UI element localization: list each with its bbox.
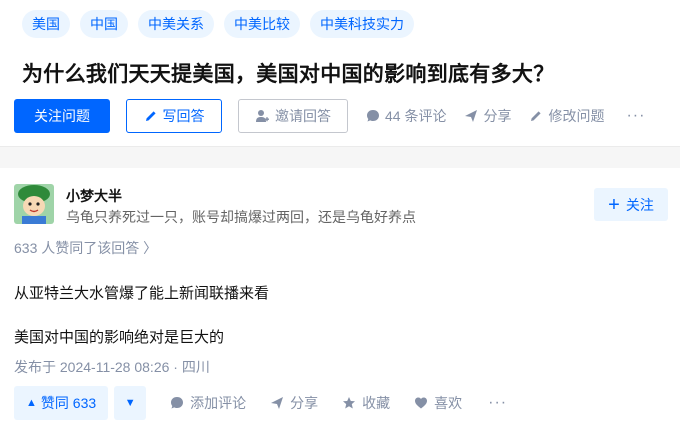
- author-name[interactable]: 小梦大半: [66, 186, 122, 206]
- star-icon: [343, 397, 356, 409]
- question-page: 美国 中国 中美关系 中美比较 中美科技实力 为什么我们天天提美国，美国对中国的…: [0, 0, 680, 430]
- triangle-down-icon: ▼: [124, 397, 136, 409]
- topic-tags: 美国 中国 中美关系 中美比较 中美科技实力: [22, 10, 414, 38]
- more-icon[interactable]: ···: [626, 107, 645, 125]
- question-title: 为什么我们天天提美国，美国对中国的影响到底有多大？: [22, 63, 555, 86]
- triangle-up-icon: ▲: [26, 397, 37, 409]
- publish-info: 发布于 2024-11-28 08:26 · 四川: [14, 359, 210, 375]
- share-question-button[interactable]: 分享: [464, 106, 511, 126]
- write-answer-label: 写回答: [162, 108, 205, 124]
- topic-tag[interactable]: 美国: [22, 10, 70, 38]
- topic-tag[interactable]: 中美关系: [138, 10, 214, 38]
- topic-tag[interactable]: 中美比较: [224, 10, 300, 38]
- share-answer-button[interactable]: 分享: [270, 393, 318, 413]
- topic-tag[interactable]: 中美科技实力: [310, 10, 414, 38]
- plus-icon: +: [608, 193, 620, 216]
- comment-icon: [367, 110, 379, 122]
- question-actions: 关注问题 写回答 邀请回答 44 条评论 分享 修改问题 ···: [14, 98, 645, 134]
- follow-author-label: 关注: [625, 196, 654, 213]
- section-divider: [0, 146, 680, 168]
- cartoon-avatar-icon: [14, 184, 54, 224]
- share-label: 分享: [483, 108, 512, 124]
- upvote-button[interactable]: ▲ 赞同 633: [14, 386, 109, 420]
- share-icon: [465, 110, 478, 122]
- downvote-button[interactable]: ▼: [114, 386, 147, 420]
- more-icon[interactable]: ···: [488, 394, 507, 412]
- avatar[interactable]: [14, 184, 54, 224]
- share-answer-label: 分享: [290, 395, 319, 411]
- answer-actions: ▲ 赞同 633 ▼ 添加评论 分享 收藏 喜欢 ···: [14, 386, 507, 420]
- upvote-label: 赞同 633: [40, 395, 97, 411]
- collect-label: 收藏: [362, 395, 391, 411]
- add-comment-button[interactable]: 添加评论: [170, 393, 246, 413]
- share-icon: [271, 397, 284, 409]
- comments-button[interactable]: 44 条评论: [366, 106, 446, 126]
- vote-summary[interactable]: 633 人赞同了该回答 〉: [14, 238, 157, 258]
- answer-paragraph: 从亚特兰大水管爆了能上新闻联播来看: [14, 285, 270, 302]
- comment-icon: [171, 397, 184, 409]
- invite-answer-label: 邀请回答: [275, 108, 331, 124]
- like-button[interactable]: 喜欢: [414, 393, 462, 413]
- edit-question-button[interactable]: 修改问题: [529, 106, 604, 126]
- add-comment-label: 添加评论: [190, 395, 247, 411]
- follow-question-button[interactable]: 关注问题: [14, 99, 110, 133]
- write-answer-button[interactable]: 写回答: [126, 99, 222, 133]
- pencil-icon: [531, 111, 542, 121]
- invite-answer-button[interactable]: 邀请回答: [238, 99, 348, 133]
- invite-user-icon: [256, 110, 269, 122]
- comments-count: 44 条评论: [385, 108, 447, 124]
- follow-question-label: 关注问题: [34, 108, 90, 124]
- collect-button[interactable]: 收藏: [342, 393, 390, 413]
- edit-question-label: 修改问题: [548, 108, 605, 124]
- pencil-icon: [145, 111, 156, 121]
- follow-author-button[interactable]: + 关注: [594, 188, 668, 221]
- answer-paragraph: 美国对中国的影响绝对是巨大的: [14, 329, 225, 346]
- heart-icon: [415, 397, 428, 409]
- like-label: 喜欢: [434, 395, 463, 411]
- topic-tag[interactable]: 中国: [80, 10, 128, 38]
- author-bio: 乌龟只养死过一只，账号却搞爆过两回，还是乌龟好养点: [66, 209, 416, 225]
